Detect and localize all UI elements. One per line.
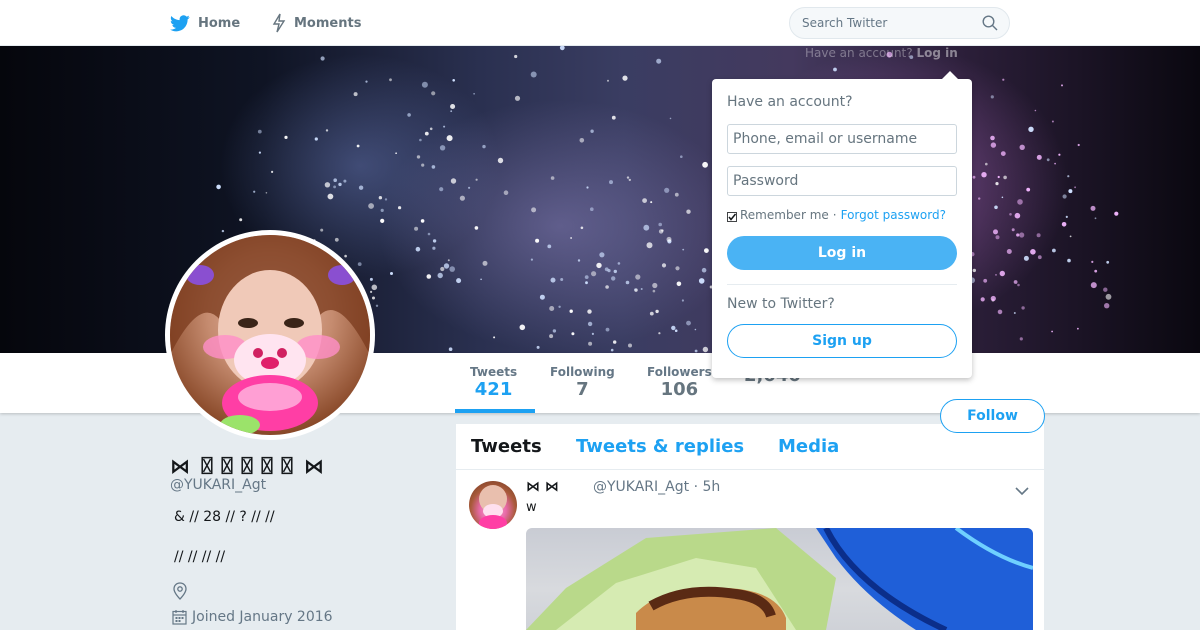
stat-followers[interactable]: Followers 106 <box>647 365 712 401</box>
forgot-password-link[interactable]: Forgot password? <box>841 208 946 222</box>
tweet-handle-time[interactable]: @YUKARI_Agt · 5h <box>593 479 720 495</box>
stat-label: Following <box>550 365 615 379</box>
search-input[interactable] <box>790 8 970 38</box>
tweet-avatar[interactable] <box>469 481 517 529</box>
twitter-bird-icon <box>170 14 190 32</box>
tweet-media-image[interactable] <box>526 528 1033 630</box>
have-account-text: Have an account? <box>805 46 913 60</box>
search-box <box>789 7 1010 39</box>
profile-bio-line-2: // // // // <box>174 549 226 565</box>
stat-value: 106 <box>660 379 699 400</box>
timeline: Tweets Tweets & replies Media ⋈ ⋈ @YUKAR… <box>456 424 1044 630</box>
have-account-link[interactable]: Have an account? Log in <box>805 46 958 60</box>
new-to-twitter-text: New to Twitter? <box>727 296 835 312</box>
remember-label[interactable]: Remember me <box>740 208 829 222</box>
lightning-icon <box>272 13 286 33</box>
joined-text: Joined January 2016 <box>192 609 333 625</box>
profile-bio-line-1: & // 28 // ? // // <box>174 509 275 525</box>
separator-dot: · <box>832 208 837 222</box>
chevron-down-icon[interactable] <box>1015 481 1029 500</box>
dropdown-divider <box>727 284 957 285</box>
nav-home[interactable]: Home <box>170 0 240 46</box>
active-stat-underline <box>455 409 535 413</box>
follow-button[interactable]: Follow <box>940 399 1045 433</box>
nav-home-label: Home <box>198 15 241 31</box>
nav-moments[interactable]: Moments <box>272 0 361 46</box>
header-login-link[interactable]: Log in <box>916 46 957 60</box>
signup-button[interactable]: Sign up <box>727 324 957 358</box>
tweet-author-name[interactable]: ⋈ ⋈ <box>526 479 559 495</box>
avatar-image <box>170 235 370 435</box>
tab-media[interactable]: Media <box>778 436 839 457</box>
top-navbar: Home Moments <box>0 0 1200 46</box>
location-icon <box>172 582 188 604</box>
tweet-text: w <box>526 500 537 515</box>
profile-name: ⋈ 〿〿〿〿〿 ⋈ <box>170 454 324 478</box>
joined-date: Joined January 2016 <box>172 609 333 625</box>
stat-value: 7 <box>576 379 589 400</box>
nav-moments-label: Moments <box>294 15 362 31</box>
login-heading: Have an account? <box>727 94 853 110</box>
username-field[interactable] <box>727 124 957 154</box>
profile-avatar[interactable] <box>165 230 375 440</box>
stat-following[interactable]: Following 7 <box>550 365 615 401</box>
remember-row: Remember me · Forgot password? <box>727 208 946 222</box>
stat-value: 421 <box>474 379 513 400</box>
remember-checkbox[interactable] <box>727 211 737 222</box>
tab-tweets[interactable]: Tweets <box>471 436 542 457</box>
dropdown-caret <box>942 71 958 79</box>
stat-tweets[interactable]: Tweets 421 <box>470 365 517 401</box>
stat-label: Tweets <box>470 365 518 379</box>
profile-handle[interactable]: @YUKARI_Agt <box>170 477 266 493</box>
login-dropdown: Have an account? Remember me · Forgot pa… <box>712 71 972 378</box>
calendar-icon <box>172 610 187 625</box>
login-button[interactable]: Log in <box>727 236 957 270</box>
tweet[interactable]: ⋈ ⋈ @YUKARI_Agt · 5h w <box>456 470 1044 630</box>
tab-tweets-replies[interactable]: Tweets & replies <box>576 436 744 457</box>
password-field[interactable] <box>727 166 957 196</box>
stat-label: Followers <box>647 365 712 379</box>
search-icon[interactable] <box>982 15 998 35</box>
